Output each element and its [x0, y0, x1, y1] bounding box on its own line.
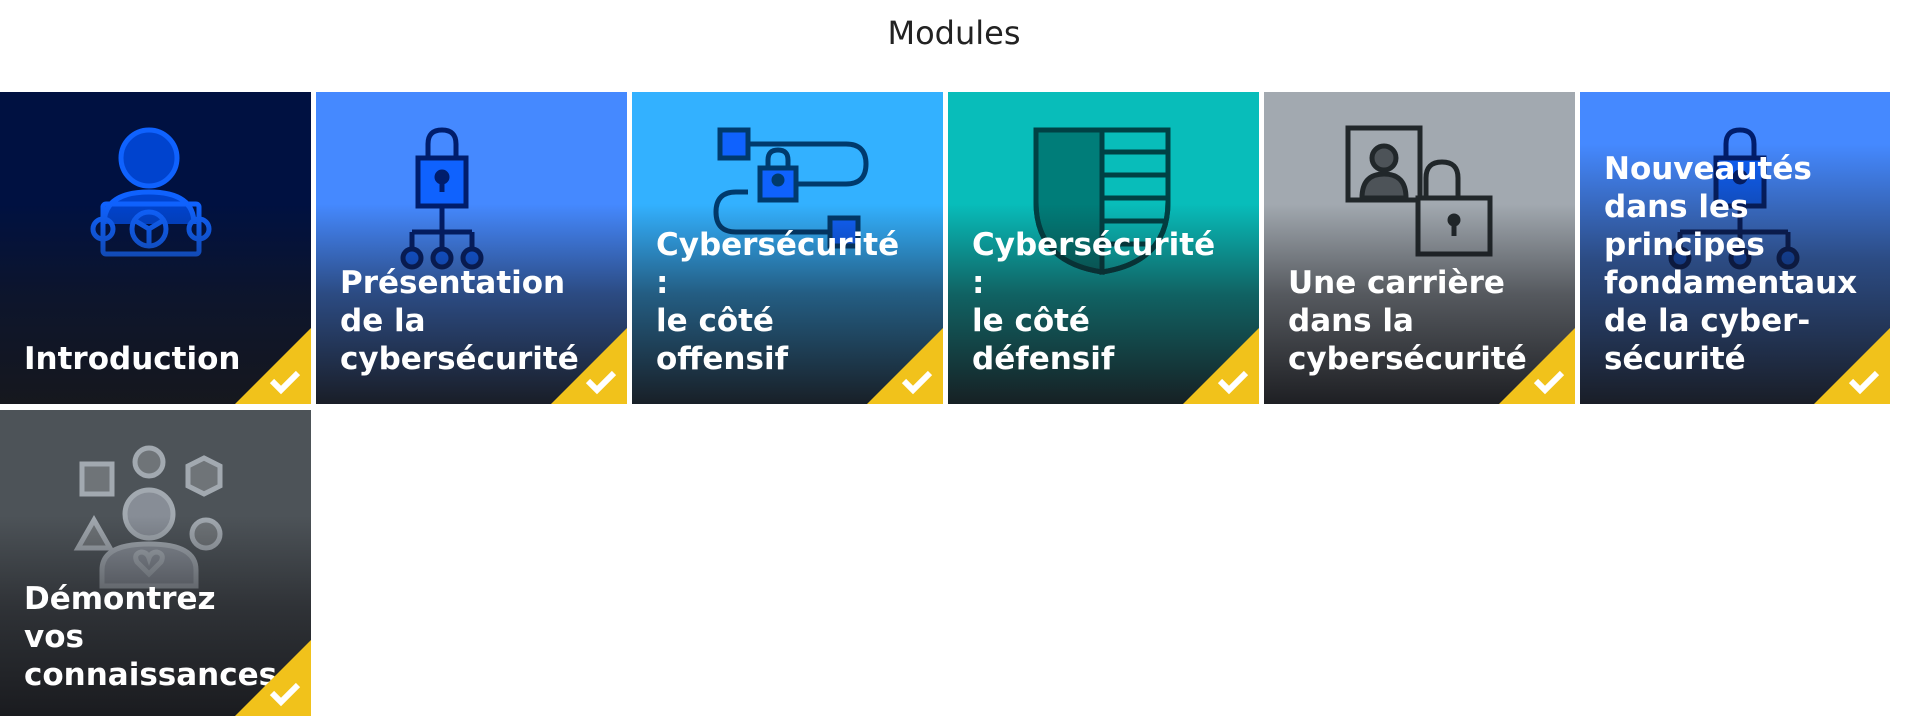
page-title: Modules	[887, 14, 1021, 52]
module-tile-offensive[interactable]: Cybersécurité : le côté offensif	[632, 92, 943, 404]
module-tile-news[interactable]: Nouveautés dans les principes fondamenta…	[1580, 92, 1890, 404]
module-label: Introduction	[24, 341, 241, 377]
module-tile-defensive[interactable]: Cybersécurité : le côté défensif	[948, 92, 1259, 404]
module-label: Cybersécurité : le côté offensif	[656, 227, 900, 377]
completed-check-icon	[867, 328, 943, 404]
completed-check-icon	[235, 640, 311, 716]
module-tile-knowledge-check[interactable]: Démontrez vos connaissances	[0, 410, 311, 716]
module-tile-introduction[interactable]: Introduction	[0, 92, 311, 404]
module-label: Cybersécurité : le côté défensif	[972, 227, 1216, 377]
completed-check-icon	[1499, 328, 1575, 404]
module-label: Démontrez vos connaissances	[24, 581, 278, 693]
completed-check-icon	[1183, 328, 1259, 404]
completed-check-icon	[551, 328, 627, 404]
module-tile-presentation[interactable]: Présentation de la cybersécurité	[316, 92, 627, 404]
completed-check-icon	[1814, 328, 1890, 404]
module-label: Une carrière dans la cybersécurité	[1288, 265, 1527, 377]
completed-check-icon	[235, 328, 311, 404]
module-tile-career[interactable]: Une carrière dans la cybersécurité	[1264, 92, 1575, 404]
module-label: Présentation de la cybersécurité	[340, 265, 579, 377]
